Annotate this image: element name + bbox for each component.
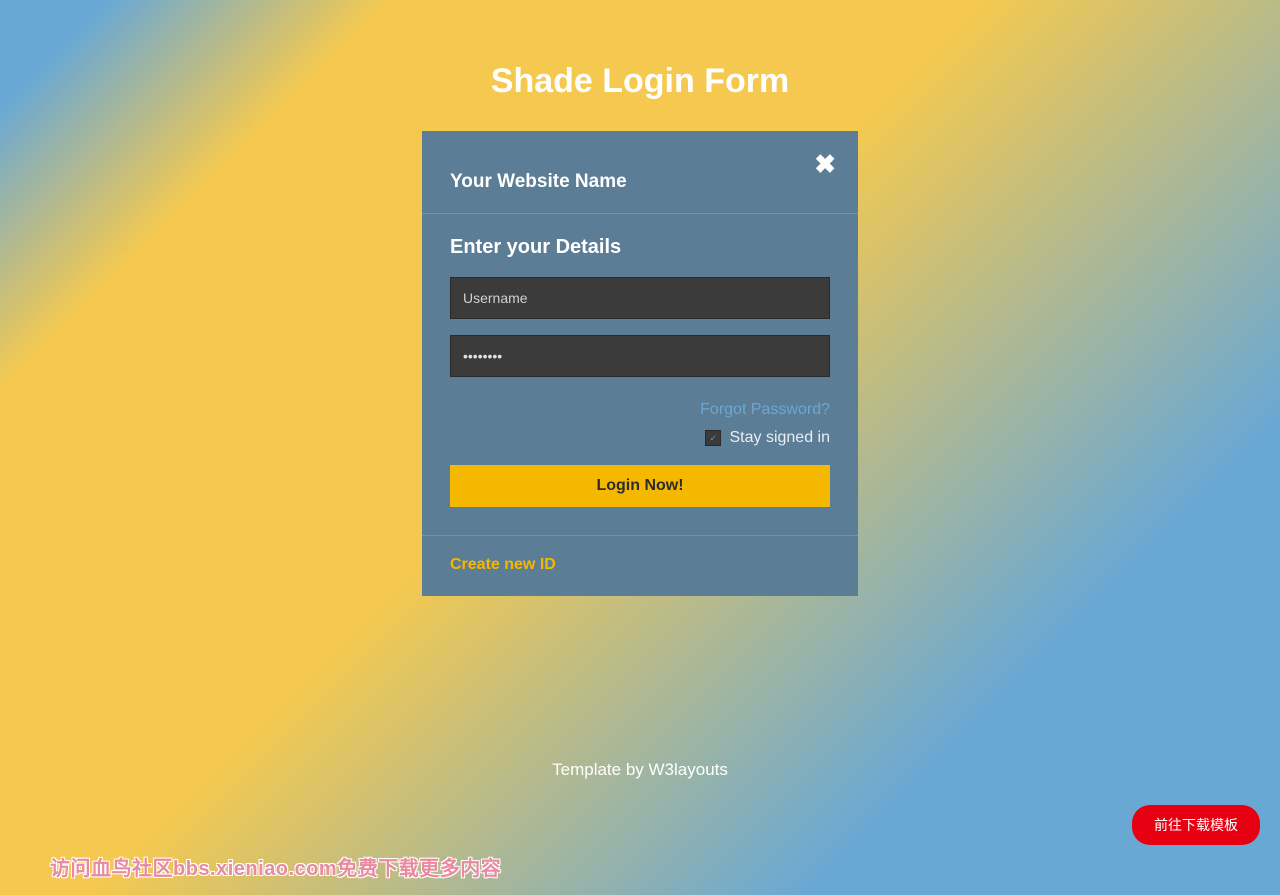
stay-signed-in-checkbox[interactable] [705,430,721,446]
login-button[interactable]: Login Now! [450,465,830,507]
forgot-password-row: Forgot Password? [450,401,830,419]
forgot-password-link[interactable]: Forgot Password? [700,401,830,418]
stay-signed-in-row: Stay signed in [450,429,830,447]
card-footer: Create new ID [422,536,858,596]
username-field[interactable] [450,277,830,319]
page-title: Shade Login Form [0,0,1280,131]
login-card: ✖ Your Website Name Enter your Details F… [422,131,858,596]
download-template-button[interactable]: 前往下载模板 [1132,805,1260,845]
watermark-text: 访问血鸟社区bbs.xieniao.com免费下载更多内容 [50,852,501,881]
template-credit: Template by W3layouts [0,760,1280,780]
password-field[interactable] [450,335,830,377]
card-header: ✖ Your Website Name [422,131,858,214]
stay-signed-in-label: Stay signed in [729,429,830,447]
card-body: Enter your Details Forgot Password? Stay… [422,214,858,536]
form-subtitle: Enter your Details [450,236,830,259]
close-icon[interactable]: ✖ [814,151,836,177]
create-id-link[interactable]: Create new ID [450,556,556,573]
website-name-label: Your Website Name [450,171,830,193]
